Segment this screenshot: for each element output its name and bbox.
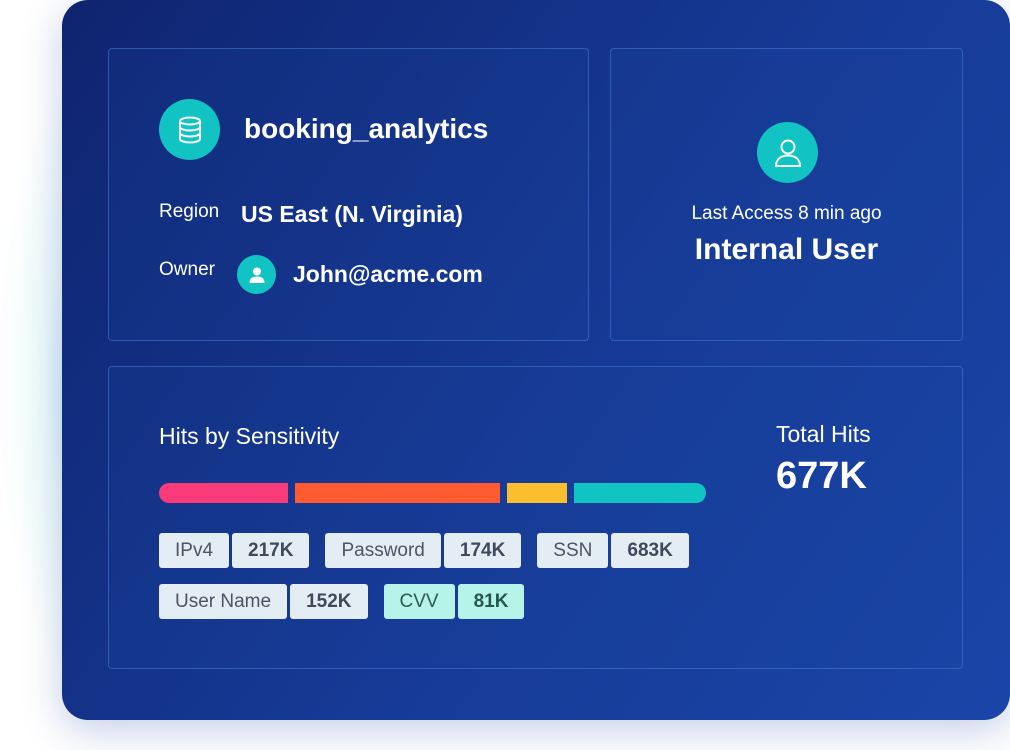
sensitivity-bar-segment [159, 483, 288, 503]
database-name: booking_analytics [244, 113, 489, 144]
sensitivity-bar-segment [574, 483, 706, 503]
sensitivity-tag[interactable]: User Name 152K [159, 584, 368, 619]
user-outline-icon [757, 122, 818, 183]
tag-row: IPv4 217K Password 174K SSN 683K [159, 533, 779, 568]
sensitivity-tag-label: CVV [383, 584, 455, 619]
sensitivity-tag[interactable]: Password 174K [325, 533, 522, 568]
owner-email[interactable]: John@acme.com [293, 261, 483, 288]
total-hits-label: Total Hits [776, 421, 871, 447]
last-access-text: Last Access 8 min ago [691, 203, 882, 224]
sensitivity-tag-count: 152K [290, 584, 368, 619]
user-card[interactable]: Last Access 8 min ago Internal User [610, 48, 963, 341]
sensitivity-bar-segment [507, 483, 567, 503]
sensitivity-tags: IPv4 217K Password 174K SSN 683K User Name 152K… [159, 533, 779, 635]
sensitivity-tag-count: 217K [232, 533, 310, 568]
sensitivity-tag-label: Password [325, 533, 441, 568]
sensitivity-tag[interactable]: SSN 683K [537, 533, 689, 568]
sensitivity-tag-label: IPv4 [159, 533, 230, 568]
database-icon [159, 99, 220, 160]
region-value: US East (N. Virginia) [241, 201, 463, 227]
hits-title: Hits by Sensitivity [159, 423, 340, 449]
sensitivity-bar [159, 483, 706, 503]
owner-avatar-icon [237, 255, 276, 294]
sensitivity-bar-segment [295, 483, 500, 503]
sensitivity-tag-label: User Name [159, 584, 288, 619]
dashboard-panel: booking_analytics Region US East (N. Vir… [62, 0, 1010, 720]
database-card[interactable]: booking_analytics Region US East (N. Vir… [108, 48, 589, 341]
sensitivity-tag[interactable]: IPv4 217K [159, 533, 310, 568]
user-type: Internal User [694, 233, 879, 266]
sensitivity-tag[interactable]: CVV 81K [383, 584, 525, 619]
tag-row: User Name 152K CVV 81K [159, 584, 779, 619]
sensitivity-tag-count: 683K [611, 533, 689, 568]
sensitivity-tag-count: 81K [457, 584, 525, 619]
hits-card: Hits by Sensitivity Total Hits 677K IPv4… [108, 366, 963, 669]
region-label: Region [159, 201, 220, 222]
sensitivity-tag-count: 174K [443, 533, 522, 568]
total-hits-value: 677K [776, 455, 867, 497]
owner-label: Owner [159, 259, 215, 280]
sensitivity-tag-label: SSN [537, 533, 609, 568]
